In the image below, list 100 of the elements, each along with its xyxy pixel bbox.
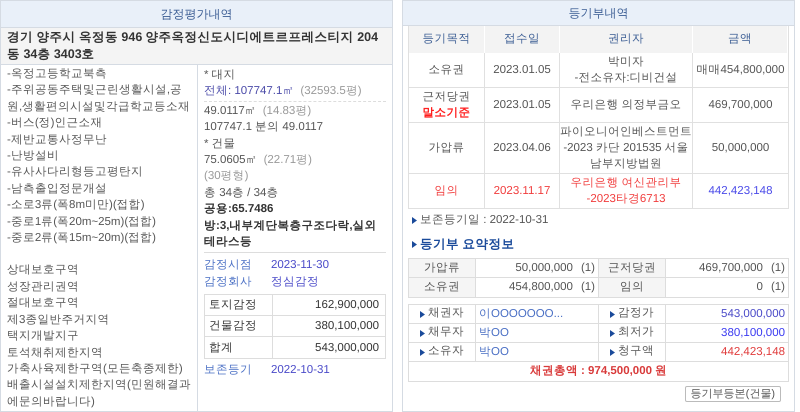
summary-label: 가압류 [409,259,476,277]
zone-text: 택지개발지구 [7,329,80,344]
triangle-bullet-icon [420,330,425,336]
detail-text: 방:3,내부계단복층구조다락,실외테라스등 [204,220,377,248]
summary-count: (1) [770,261,786,276]
info-label: 감정시점 [204,258,253,274]
detail-text: (30평형) [204,170,248,182]
valuation-label: 토지감정 [205,295,273,316]
summary-count: (1) [580,261,596,276]
zone-text: 가축사육제한구역(모든축종제한) [7,362,184,377]
feature-text: -남측출입정문개설 [7,182,108,197]
table-cell-text: 매매454,800,000 [696,63,784,78]
table-cell-text: 50,000,000 [712,141,770,156]
feature-text: -유사사다리형등고평탄지 [7,165,144,180]
preservation-date: 보존등기일 : 2022-10-31 [420,213,548,228]
column-header: 등기목적 [409,26,485,53]
table-cell-text: 임의 [434,184,458,199]
table-cell-text: 가압류 [428,141,464,156]
party-label: 감정가 [618,306,654,322]
triangle-bullet-icon [420,348,425,356]
summary-label: 소유권 [409,278,476,297]
feature-text: -소로3류(폭8m미만)(접합) [7,198,146,214]
detail-text: 공용:65.7486 [204,203,274,216]
party-label: 채무자 [428,325,464,340]
info-value: 2022-10-31 [271,363,330,378]
valuation-label: 합계 [205,337,273,358]
column-header: 접수일 [485,26,560,53]
feature-text: -난방설비 [7,149,60,164]
table-cell-text: 2023.01.05 [493,98,551,113]
party-label: 소유자 [428,344,464,360]
feature-text: -중로1류(폭20m~25m)(접합) [7,214,158,230]
table-cell-text: 2023.11.17 [494,184,550,199]
panel-title: 감정평가내역 [1,1,392,28]
party-value: 380,100,000 [720,326,786,341]
table-cell-text: 442,423,148 [708,184,772,199]
claim-total: 채권총액 : 974,500,000 원 [528,364,668,379]
zone-text: 토석채취제한지역 [7,346,104,360]
feature-text: -중로2류(폭15m~20m)(접합) [7,231,158,246]
party-value: 박OO [478,326,510,341]
detail-text: 75.0605㎡ [204,154,258,166]
info-value: 2023-11-30 [271,258,329,274]
feature-text: -옥정고등학교북측 [7,67,108,82]
valuation-value: 543,000,000 [314,340,380,356]
zone-text: 성장관리권역 [7,280,80,295]
detail-note: (14.83평) [262,104,312,117]
table-cell-text: 소유권 [428,63,464,78]
party-label: 채권자 [428,306,464,322]
triangle-bullet-icon [420,310,425,318]
summary-count: (1) [770,280,786,295]
triangle-bullet-icon [412,241,417,248]
party-label: 최저가 [618,325,654,340]
triangle-bullet-icon [412,217,417,224]
detail-note: (32593.5평) [300,85,362,98]
feature-text: -버스(정)인근소재 [7,116,104,132]
column-header: 권리자 [560,26,693,53]
detail-note: (22.71평) [264,154,312,166]
valuation-value: 380,100,000 [314,319,380,334]
summary-label: 임의 [599,278,666,297]
summary-amount: 0 [756,280,764,295]
detail-text: 49.0117㎡ [204,104,257,117]
summary-amount: 469,700,000 [698,261,764,276]
triangle-bullet-icon [610,330,615,336]
zone-text: 제3종일반주거지역 [7,312,110,328]
party-label: 청구액 [618,344,654,360]
triangle-bullet-icon [610,348,615,356]
summary-amount: 454,800,000 [508,280,574,295]
registry-copy-button[interactable]: 등기부등본(건물) [684,386,781,402]
detail-text: * 대지 [204,69,236,81]
property-address: 경기 양주시 옥정동 946 양주옥정신도시디에트르프레스티지 204동 34층 3403호 [1,28,392,65]
feature-text: -제반교통사정무난 [7,132,108,148]
detail-text: 전체: 107747.1㎡ [204,85,294,98]
detail-text: 107747.1 분의 49.0117 [204,121,324,134]
summary-label: 근저당권 [599,259,666,277]
summary-amount: 50,000,000 [514,261,574,276]
party-value: 이OOOOOOO... [478,307,564,322]
table-cell-text: 우리은행 여신관리부 -2023타경6713 [570,176,682,207]
panel-title: 등기부내역 [403,1,794,26]
summary-count: (1) [580,280,596,295]
info-value: 정심감정 [271,275,319,290]
table-cell-text: 2023.01.05 [493,63,551,78]
party-value: 442,423,148 [720,345,786,360]
table-cell-text: 근저당권 [422,90,470,105]
party-value: 543,000,000 [720,307,786,322]
zone-text: 절대보호구역 [7,296,80,312]
triangle-bullet-icon [610,310,615,318]
table-cell-text: 2023.04.06 [493,141,551,156]
table-cell-text: 469,700,000 [708,98,772,113]
valuation-value: 162,900,000 [314,298,380,314]
table-cell-text: 우리은행 의정부금오 [570,98,682,113]
cancellation-mark: 말소기준 [422,106,470,121]
valuation-label: 건물감정 [205,316,273,336]
info-label: 감정회사 [204,275,253,290]
feature-text: -주위공동주택및근린생활시설,공원,생활편의시설및각급학교등소재 [7,83,192,115]
party-value: 박OO [478,345,510,360]
zone-text: 상대보호구역 [7,263,80,278]
info-label: 보존등기 [204,363,253,378]
table-cell-text: 파이오니어인베스트먼트 -2023 카단 201535 서울남부지방법원 [560,125,692,172]
detail-text: 총 34층 / 34층 [204,186,278,199]
detail-text: * 건물 [204,138,236,150]
table-cell-text: 박미자 -전소유자:디비건설 [574,55,678,86]
